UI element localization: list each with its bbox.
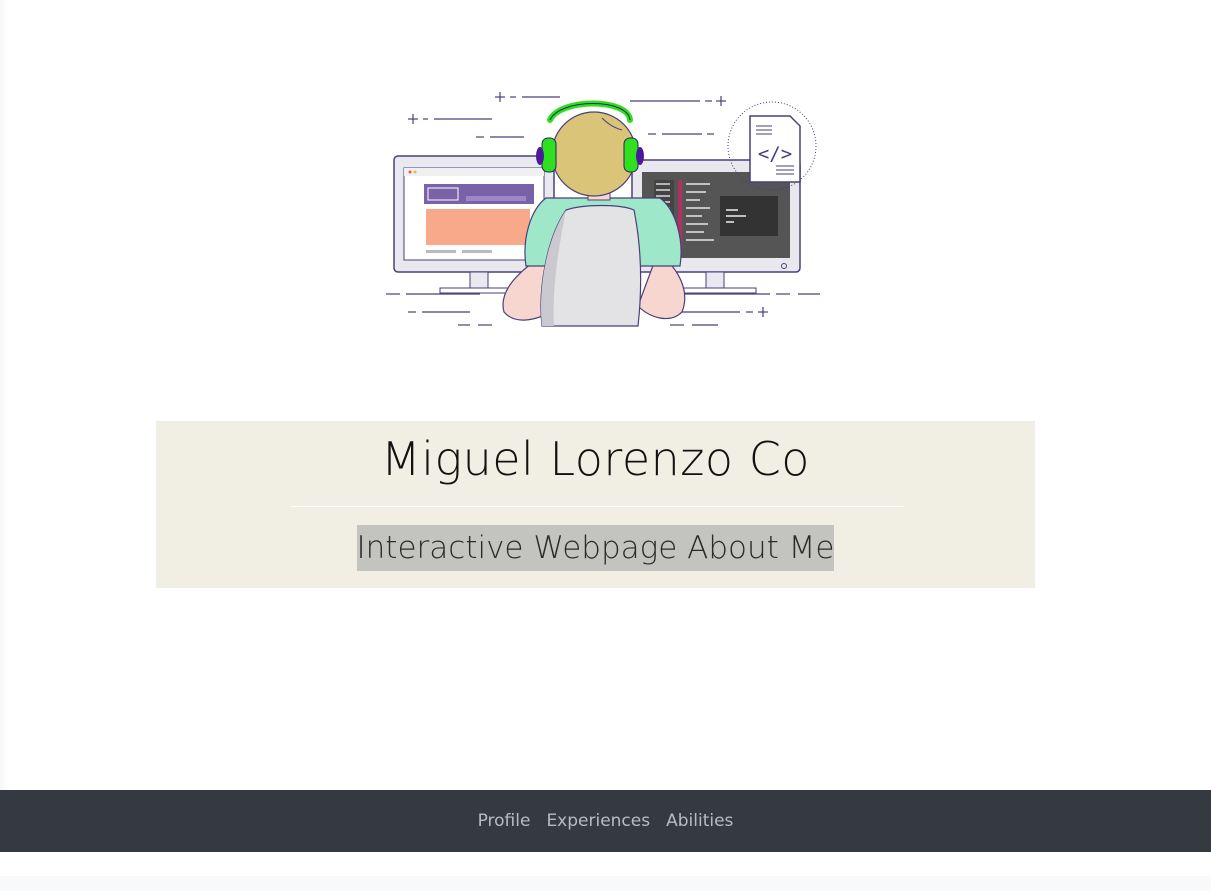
nav-link-experiences[interactable]: Experiences	[538, 811, 658, 831]
hero-illustration: </>	[370, 80, 840, 340]
page-title: Miguel Lorenzo Co	[381, 432, 810, 486]
page: </> Miguel Lorenzo Co Interactive Webpag…	[0, 0, 1211, 891]
footer-strip	[0, 876, 1211, 891]
nav-link-abilities[interactable]: Abilities	[658, 811, 741, 831]
nav-link-profile[interactable]: Profile	[470, 811, 539, 831]
title-divider	[291, 506, 904, 507]
page-subtitle: Interactive Webpage About Me	[356, 525, 835, 571]
title-card: Miguel Lorenzo Co Interactive Webpage Ab…	[156, 421, 1035, 588]
code-symbol: </>	[758, 143, 792, 165]
bottom-navbar: Profile Experiences Abilities	[0, 790, 1211, 852]
subtitle-container: Interactive Webpage About Me	[158, 525, 1033, 571]
left-edge-shadow	[0, 0, 10, 790]
